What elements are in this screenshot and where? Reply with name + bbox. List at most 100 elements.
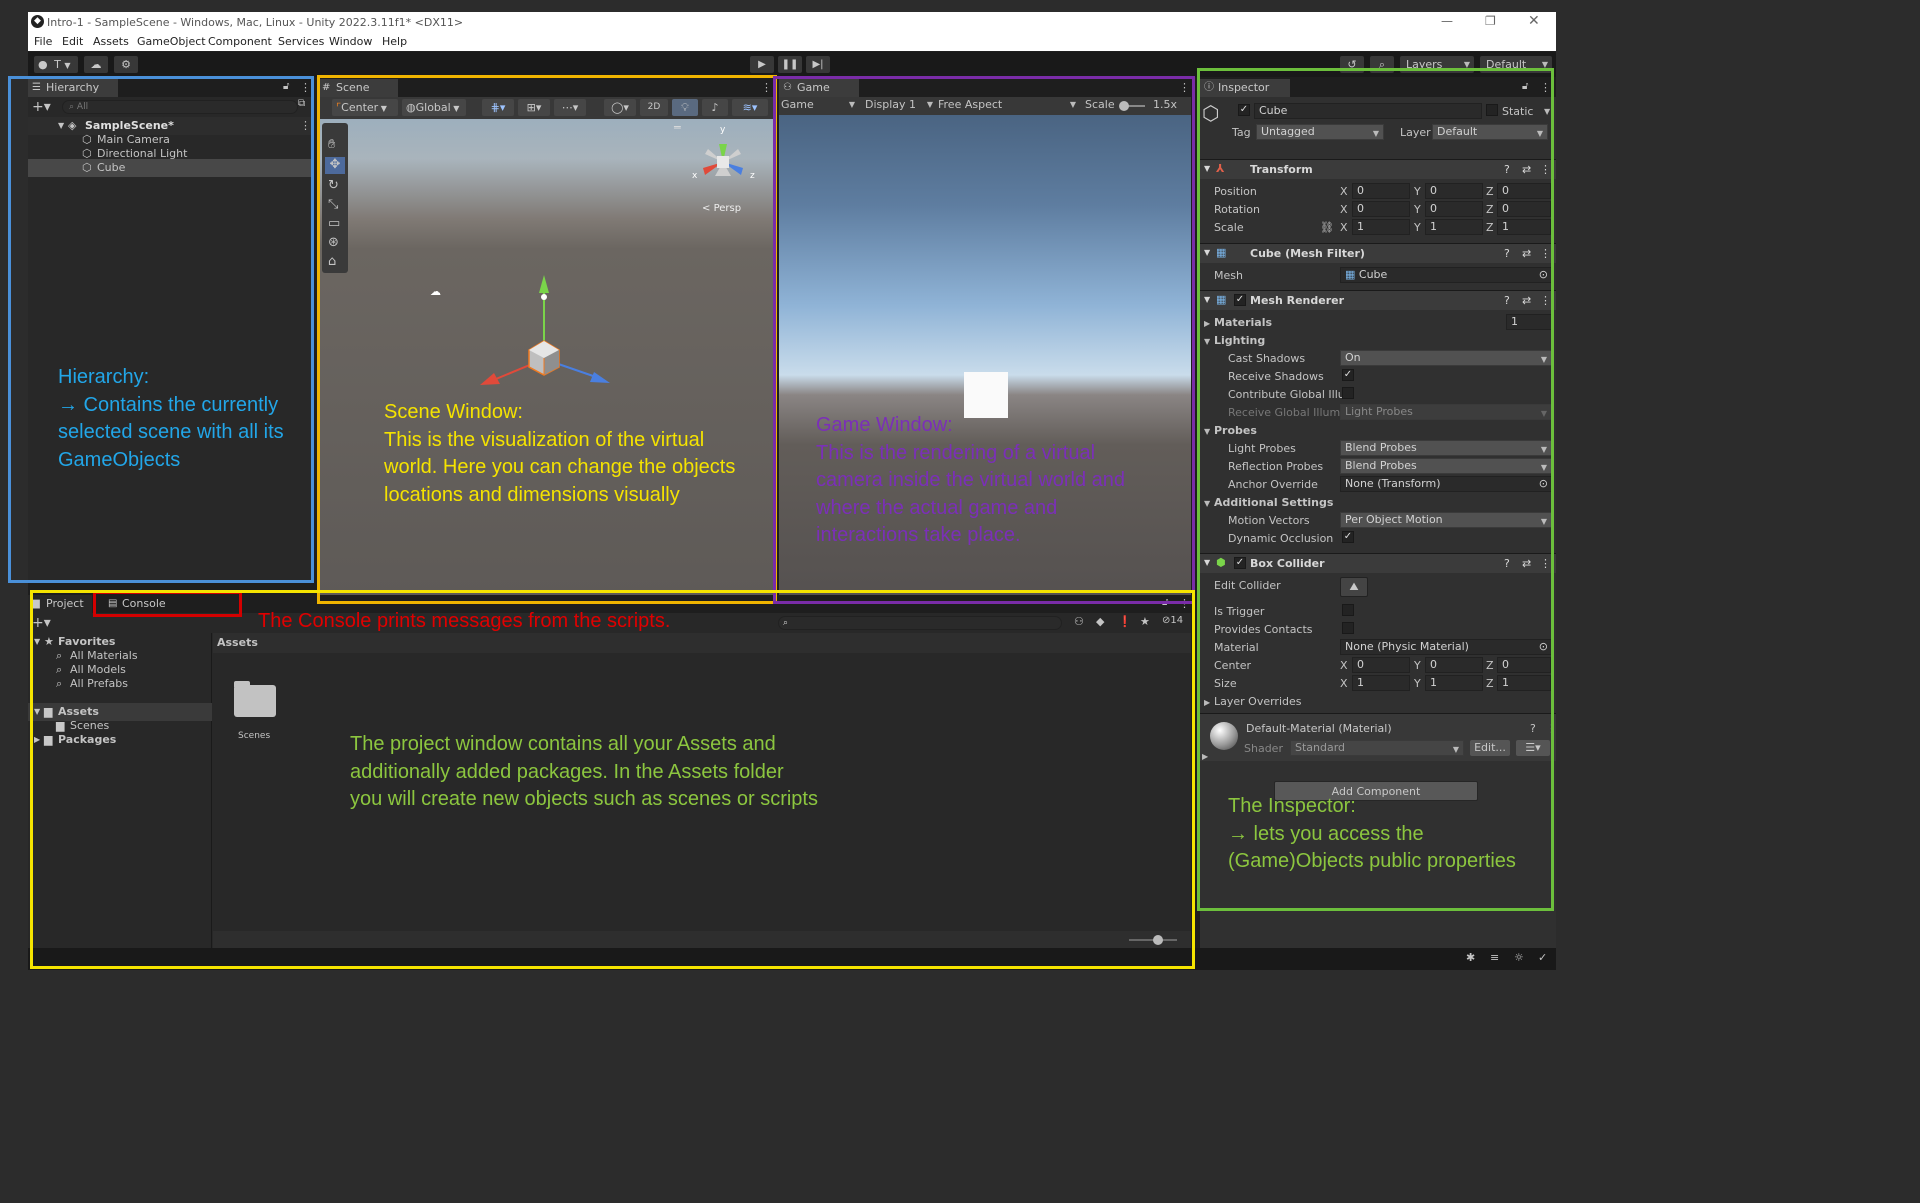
center-y-field[interactable]: 0	[1425, 657, 1483, 673]
create-asset-button[interactable]: +▾	[32, 615, 51, 631]
more-options-icon[interactable]: ⋮	[1179, 81, 1190, 94]
search-button[interactable]: ⌕	[1370, 56, 1394, 73]
static-checkbox[interactable]	[1486, 104, 1498, 116]
layout-dropdown[interactable]: Default ▼	[1480, 56, 1552, 73]
draw-mode-button[interactable]: ◯▾	[604, 99, 636, 116]
shader-options-button[interactable]: ☰▾	[1516, 740, 1550, 756]
grid-visibility-button[interactable]: ⋯▾	[554, 99, 586, 116]
scale-tool-icon[interactable]: ⤡	[328, 197, 338, 212]
move-tool-icon[interactable]: ✥	[325, 157, 345, 174]
snap-increment-button[interactable]: ⊞▾	[518, 99, 550, 116]
lighting-label[interactable]: Lighting	[1214, 334, 1265, 347]
packages-folder-row[interactable]: ▶ ▆ Packages	[28, 731, 212, 749]
lighting-toggle-button[interactable]: 💡︎	[672, 99, 698, 116]
lock-icon[interactable]: 🔓︎	[1522, 81, 1528, 92]
collab-settings-button[interactable]: ⚙	[114, 56, 138, 73]
physic-material-field[interactable]: None (Physic Material) ⊙	[1340, 639, 1552, 655]
rotate-tool-icon[interactable]: ↻	[328, 178, 339, 193]
asset-size-slider-thumb[interactable]	[1153, 935, 1163, 945]
hidden-packages-toggle[interactable]: ⊘14	[1162, 615, 1183, 626]
search-by-log-icon[interactable]: ❗	[1118, 615, 1132, 628]
maximize-icon[interactable]: ❐	[1485, 14, 1496, 28]
tab-console[interactable]: ▤ Console	[104, 595, 236, 613]
position-z-field[interactable]: 0	[1497, 183, 1551, 199]
shader-edit-button[interactable]: Edit...	[1470, 740, 1510, 756]
custom-tool-icon[interactable]: ⌂	[328, 254, 336, 269]
contribute-gi-checkbox[interactable]	[1342, 387, 1354, 399]
mesh-filter-header[interactable]: ▼ ▦ Cube (Mesh Filter) ? ⇄ ⋮	[1200, 243, 1556, 263]
position-x-field[interactable]: 0	[1352, 183, 1410, 199]
cast-shadows-dropdown[interactable]: On ▼	[1340, 350, 1552, 366]
tab-project[interactable]: ▆ Project	[28, 595, 92, 613]
help-icon[interactable]: ?	[1504, 163, 1510, 176]
presets-icon[interactable]: ⇄	[1522, 247, 1531, 260]
menu-file[interactable]: File	[34, 35, 52, 48]
help-icon[interactable]: ?	[1504, 557, 1510, 570]
receive-shadows-checkbox[interactable]: ✓	[1342, 369, 1354, 381]
chevron-down-icon[interactable]: ▼	[1204, 427, 1210, 436]
chevron-down-icon[interactable]: ▼	[1544, 107, 1550, 116]
scale-z-field[interactable]: 1	[1497, 219, 1551, 235]
active-checkbox[interactable]: ✓	[1238, 104, 1250, 116]
step-button[interactable]: ▶|	[806, 56, 830, 73]
cloud-button[interactable]: ☁	[84, 56, 108, 73]
chevron-down-icon[interactable]: ▼	[1204, 337, 1210, 346]
menu-services[interactable]: Services	[278, 35, 324, 48]
mesh-renderer-header[interactable]: ▼ ▦ ✓ Mesh Renderer ? ⇄ ⋮	[1200, 290, 1556, 310]
scale-slider[interactable]	[1119, 101, 1145, 111]
account-button[interactable]: ● T ▼	[34, 56, 78, 73]
presets-icon[interactable]: ⇄	[1522, 163, 1531, 176]
minimize-icon[interactable]: —	[1441, 14, 1453, 28]
chevron-down-icon[interactable]: ▼	[1204, 499, 1210, 508]
more-options-icon[interactable]: ⋮	[1540, 557, 1551, 570]
space-dropdown[interactable]: ◍Global ▼	[402, 99, 466, 116]
menu-help[interactable]: Help	[382, 35, 407, 48]
size-z-field[interactable]: 1	[1497, 675, 1551, 691]
scale-slider-thumb[interactable]	[1119, 101, 1129, 111]
cache-server-icon[interactable]: ≡	[1490, 951, 1499, 964]
more-options-icon[interactable]: ⋮	[1179, 597, 1190, 610]
more-options-icon[interactable]: ⋮	[1540, 247, 1551, 260]
orientation-gizmo[interactable]	[688, 127, 758, 197]
shader-dropdown[interactable]: Standard ▼	[1290, 740, 1464, 756]
constrain-proportions-icon[interactable]: ⛓︎	[1320, 221, 1334, 234]
hierarchy-search-input[interactable]: ⌕ All	[62, 100, 298, 114]
undo-history-button[interactable]: ↺	[1340, 56, 1364, 73]
scene-visibility-icon[interactable]: ⧉	[298, 98, 305, 109]
audio-toggle-button[interactable]: ♪	[702, 99, 728, 116]
transform-tool-icon[interactable]: ⊛	[328, 235, 339, 250]
menu-component[interactable]: Component	[208, 35, 272, 48]
motion-vectors-dropdown[interactable]: Per Object Motion ▼	[1340, 512, 1552, 528]
object-picker-icon[interactable]: ⊙	[1539, 640, 1548, 654]
asset-size-slider[interactable]	[1129, 935, 1177, 945]
pause-button[interactable]: ❚❚	[778, 56, 802, 73]
check-circle-icon[interactable]: ✓	[1538, 951, 1547, 964]
tab-hierarchy[interactable]: ☰ Hierarchy	[28, 79, 118, 97]
tab-scene[interactable]: # Scene	[318, 79, 398, 97]
provides-contacts-checkbox[interactable]	[1342, 622, 1354, 634]
materials-label[interactable]: Materials	[1214, 316, 1272, 329]
add-object-button[interactable]: +▾	[32, 99, 51, 115]
object-picker-icon[interactable]: ⊙	[1539, 268, 1548, 282]
breadcrumb[interactable]: Assets	[217, 636, 258, 649]
hierarchy-item-selected[interactable]: ⬡ Cube	[28, 159, 312, 177]
perspective-toggle[interactable]: < Persp	[702, 203, 741, 214]
anchor-override-field[interactable]: None (Transform) ⊙	[1340, 476, 1552, 492]
chevron-right-icon[interactable]: ▶	[1202, 752, 1208, 761]
scene-viewport[interactable]: ✋︎ ✥ ↻ ⤡ ▭ ⊛ ⌂ ═ y x z < Persp ☁	[318, 119, 773, 601]
play-button[interactable]: ▶	[750, 56, 774, 73]
menu-edit[interactable]: Edit	[62, 35, 83, 48]
toggle-2d-button[interactable]: 2D	[640, 99, 668, 116]
more-options-icon[interactable]: ⋮	[761, 81, 772, 94]
edit-collider-button[interactable]: ⛰︎	[1340, 577, 1368, 597]
probes-label[interactable]: Probes	[1214, 424, 1257, 437]
search-by-label-icon[interactable]: ◆	[1096, 615, 1104, 628]
pivot-dropdown[interactable]: ⌜Center ▼	[332, 99, 398, 116]
layer-overrides-label[interactable]: Layer Overrides	[1214, 695, 1302, 708]
rotation-z-field[interactable]: 0	[1497, 201, 1551, 217]
favorite-item[interactable]: ⌕ All Prefabs	[28, 675, 212, 693]
overlay-handle-icon[interactable]: ═	[674, 121, 681, 134]
help-icon[interactable]: ?	[1504, 247, 1510, 260]
aspect-dropdown[interactable]: Free Aspect ▼	[938, 98, 1078, 114]
more-options-icon[interactable]: ⋮	[1540, 81, 1551, 94]
